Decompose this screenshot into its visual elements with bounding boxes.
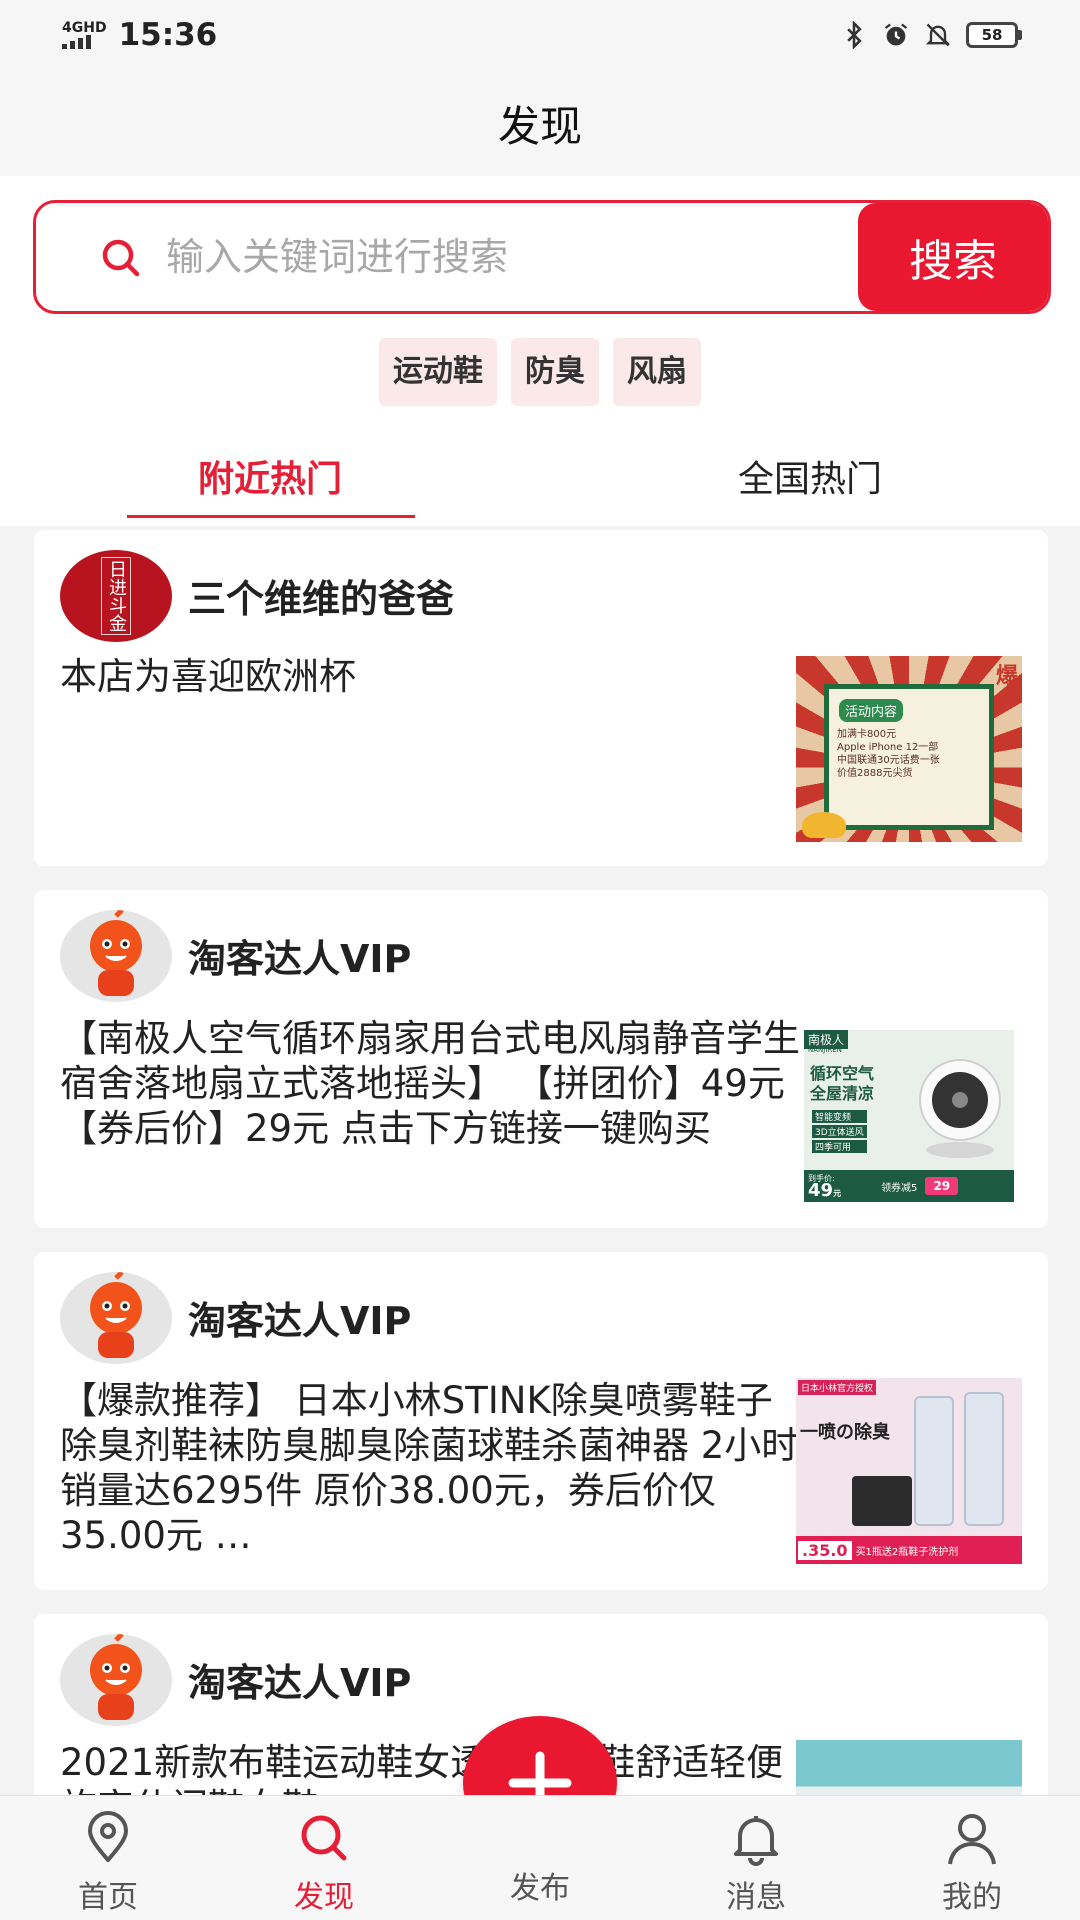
poster-line: 中国联通30元话费一张 [837,755,940,766]
tab-active-indicator [127,515,415,518]
tag-fan[interactable]: 风扇 [613,338,701,406]
spray-can-icon [914,1396,954,1526]
brand-label-en: NANJIREN [808,1046,842,1054]
mascot-icon [90,910,142,996]
post-card[interactable]: 日进斗金 三个维维的爸爸 本店为喜迎欧洲杯 爆 活动内容 加满卡800元 App… [34,530,1048,866]
post-card[interactable]: 淘客达人VIP 【南极人空气循环扇家用台式电风扇静音学生宿舍落地扇立式落地摇头】… [34,890,1048,1228]
battery-level: 58 [966,22,1018,48]
nav-label: 发布 [510,1871,570,1906]
promo-text: 买1瓶送2瓶鞋子洗护剂 [855,1546,959,1558]
search-box: 搜索 [33,200,1051,314]
poster-heading: 活动内容 [839,699,904,722]
bluetooth-icon [847,21,862,49]
mute-bell-icon [925,23,951,47]
price-bar: 到手价: 49元 领券减5 29 [804,1170,1014,1202]
tab-national-hot[interactable]: 全国热门 [540,426,1080,526]
network-label: 4GHD [62,20,107,36]
page-title: 发现 [497,101,582,151]
promotion-poster-image[interactable]: 爆 活动内容 加满卡800元 Apple iPhone 12一部 中国联通30元… [796,656,1022,842]
title-bar: 发现 [0,70,1080,176]
status-bar: 4GHD 15:36 58 [0,0,1080,70]
post-feed[interactable]: 日进斗金 三个维维的爸爸 本店为喜迎欧洲杯 爆 活动内容 加满卡800元 App… [34,530,1048,1795]
feature-tag: 智能变频 [812,1110,867,1123]
search-input[interactable] [166,203,866,311]
nav-label: 首页 [78,1880,138,1915]
poster-line: 加满卡800元 [837,729,897,740]
search-section: 搜索 运动鞋 防臭 风扇 附近热门 全国热门 [0,176,1080,526]
search-icon [102,239,140,277]
post-username[interactable]: 淘客达人VIP [188,1652,411,1707]
battery-icon: 58 [966,22,1022,48]
price-value: 49 [808,1179,834,1201]
poster-line: Apple iPhone 12一部 [837,742,939,753]
status-time: 15:36 [118,17,218,53]
avatar-logo: 日进斗金 [101,557,131,635]
status-left: 4GHD 15:36 [62,17,217,53]
fan-icon [919,1059,1001,1158]
avatar[interactable]: 日进斗金 [60,550,172,642]
deodorant-spray-image[interactable]: 日本小林官方授权 一喷の除臭 .35.0 买1瓶送2瓶鞋子洗护剂 [796,1378,1022,1564]
product-headline: 一喷の除臭 [800,1422,890,1443]
product-box-icon [852,1476,912,1526]
mascot-icon [90,1272,142,1358]
feed-tabs: 附近热门 全国热门 [0,426,1080,526]
post-text: 本店为喜迎欧洲杯 [60,655,356,698]
status-right: 58 [840,21,1022,49]
poster-board: 活动内容 加满卡800元 Apple iPhone 12一部 中国联通30元话费… [824,684,994,830]
mascot-icon [90,1634,142,1720]
bell-icon [734,1816,778,1866]
price-value: .35.0 [798,1540,852,1560]
alarm-icon [884,23,908,46]
tag-sneakers[interactable]: 运动鞋 [379,338,497,406]
tab-nearby-hot[interactable]: 附近热门 [0,426,540,526]
feature-tag: 3D立体送风 [812,1125,867,1138]
feature-tag: 四季可用 [812,1140,867,1153]
location-icon [88,1811,128,1862]
search-button[interactable]: 搜索 [858,203,1048,311]
search-icon [301,1815,347,1861]
nav-publish[interactable]: 发布 [432,1796,648,1920]
nav-discover[interactable]: 发现 [216,1796,432,1920]
shoe-product-image[interactable] [796,1740,1022,1795]
fan-product-image[interactable]: 南极人 NANJIREN 循环空气 全屋清凉 智能变频 3D立体送风 四季可用 … [804,1030,1014,1202]
price-unit: 元 [833,1188,842,1198]
signal-indicator: 4GHD [62,21,107,49]
post-username[interactable]: 淘客达人VIP [188,928,411,983]
avatar[interactable] [60,1272,172,1364]
bottom-nav: 首页 发现 发布 消息 我的 [0,1795,1080,1920]
nav-messages[interactable]: 消息 [648,1796,864,1920]
tag-deodorant[interactable]: 防臭 [511,338,599,406]
signal-bars-icon [62,35,91,49]
post-text: 2021新款布鞋运动鞋女透气跑步鞋舒适轻便旅宫休闲鞋女鞋 [60,1741,784,1795]
price-bar: .35.0 买1瓶送2瓶鞋子洗护剂 [796,1536,1022,1564]
coupon-price: 29 [925,1177,959,1195]
poster-badge: 爆 [995,664,1018,689]
product-headline: 循环空气 全屋清凉 [810,1064,875,1103]
tab-label: 全国热门 [737,459,882,500]
post-text: 【南极人空气循环扇家用台式电风扇静音学生宿舍落地扇立式落地摇头】 【拼团价】49… [60,1017,800,1150]
nav-profile[interactable]: 我的 [864,1796,1080,1920]
spray-can-icon [964,1392,1004,1526]
gold-ingot-icon [802,812,846,838]
coupon-label: 领券减5 [881,1182,918,1194]
post-username[interactable]: 三个维维的爸爸 [188,568,454,623]
post-username[interactable]: 淘客达人VIP [188,1290,411,1345]
tab-label: 附近热门 [197,459,342,500]
nav-home[interactable]: 首页 [0,1796,216,1920]
hot-tags: 运动鞋 防臭 风扇 [0,338,1080,406]
avatar[interactable] [60,1634,172,1726]
nav-label: 消息 [726,1880,786,1915]
user-icon [948,1814,996,1865]
nav-label: 发现 [294,1880,354,1915]
avatar[interactable] [60,910,172,1002]
nav-label: 我的 [942,1880,1002,1915]
product-top-label: 日本小林官方授权 [798,1380,877,1395]
post-card[interactable]: 淘客达人VIP 【爆款推荐】 日本小林STINK除臭喷雾鞋子除臭剂鞋袜防臭脚臭除… [34,1252,1048,1590]
post-text: 【爆款推荐】 日本小林STINK除臭喷雾鞋子除臭剂鞋袜防臭脚臭除菌球鞋杀菌神器 … [60,1379,799,1557]
poster-line: 价值2888元尖货 [837,768,913,779]
